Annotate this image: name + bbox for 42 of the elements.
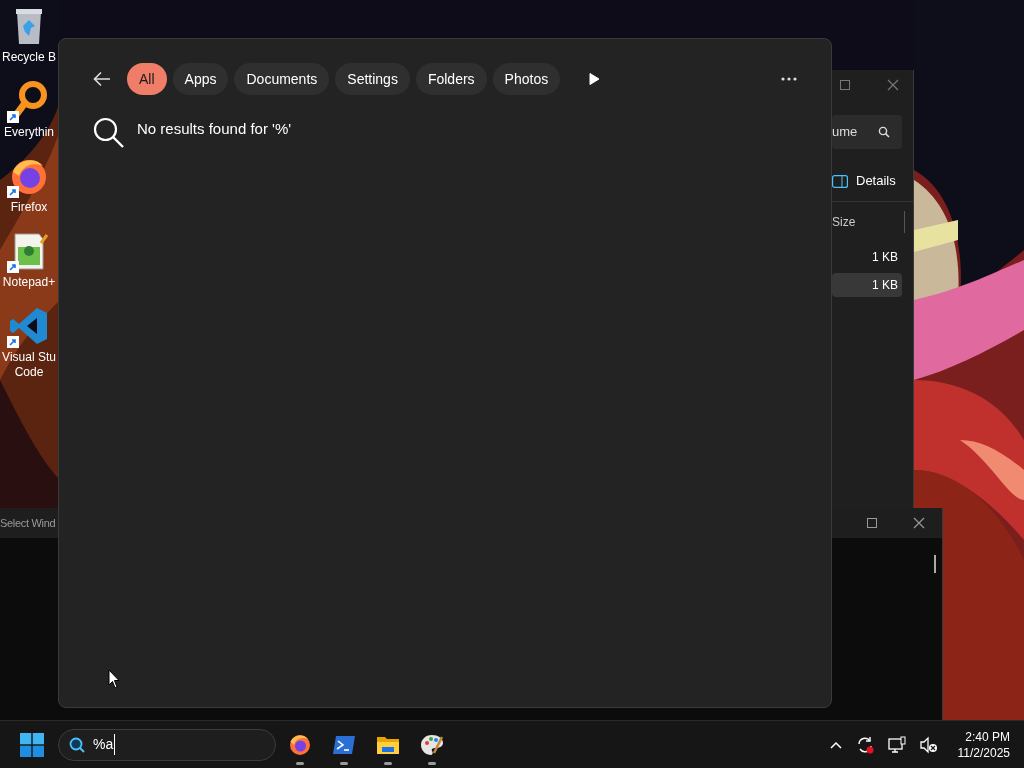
icon-label: Code xyxy=(14,365,44,380)
maximize-icon xyxy=(840,80,850,90)
icon-label: Firefox xyxy=(10,200,48,215)
chevron-up-icon xyxy=(829,740,842,749)
search-icon xyxy=(878,126,890,138)
back-arrow-icon xyxy=(93,71,111,87)
no-results-message: No results found for '%' xyxy=(137,118,292,139)
filter-tab[interactable]: Apps xyxy=(172,63,229,95)
icon-label: Visual Stu xyxy=(2,350,56,365)
clock-date: 11/2/2025 xyxy=(957,744,1010,761)
palette-icon xyxy=(420,732,444,757)
icon-label: Notepad+ xyxy=(2,275,56,290)
more-icon xyxy=(781,77,797,81)
close-icon xyxy=(913,517,925,529)
search-field[interactable]: ume xyxy=(832,115,902,149)
maximize-icon xyxy=(867,518,877,528)
windows-logo-icon xyxy=(20,732,44,757)
sync-icon xyxy=(855,735,874,754)
search-icon xyxy=(93,117,125,149)
table-cell: 1 KB xyxy=(832,273,902,297)
filter-tab[interactable]: Settings xyxy=(335,63,410,95)
network-icon xyxy=(887,735,906,754)
cursor-icon xyxy=(108,669,120,689)
column-header: Size xyxy=(832,213,856,231)
filter-tab[interactable]: Photos xyxy=(492,63,561,95)
fox-globe-icon xyxy=(288,732,312,757)
scrollbar-thumb[interactable] xyxy=(934,555,936,573)
code-editor-icon xyxy=(9,306,49,346)
search-field[interactable]: %a xyxy=(58,728,276,761)
icon-label: Everythin xyxy=(4,125,54,140)
speaker-muted-icon xyxy=(919,735,938,754)
close-icon xyxy=(887,79,899,91)
filter-tab[interactable]: Folders xyxy=(415,63,487,95)
details-button[interactable]: Details xyxy=(832,166,913,196)
filter-tab[interactable]: Documents xyxy=(234,63,330,95)
play-icon xyxy=(588,72,601,86)
panel-icon xyxy=(832,174,848,188)
filter-tab[interactable]: All xyxy=(127,63,167,95)
search-icon xyxy=(69,736,85,753)
clock-time: 2:40 PM xyxy=(965,728,1010,745)
window-title: Select Wind xyxy=(0,515,56,531)
icon-label: Recycle B xyxy=(2,50,56,65)
